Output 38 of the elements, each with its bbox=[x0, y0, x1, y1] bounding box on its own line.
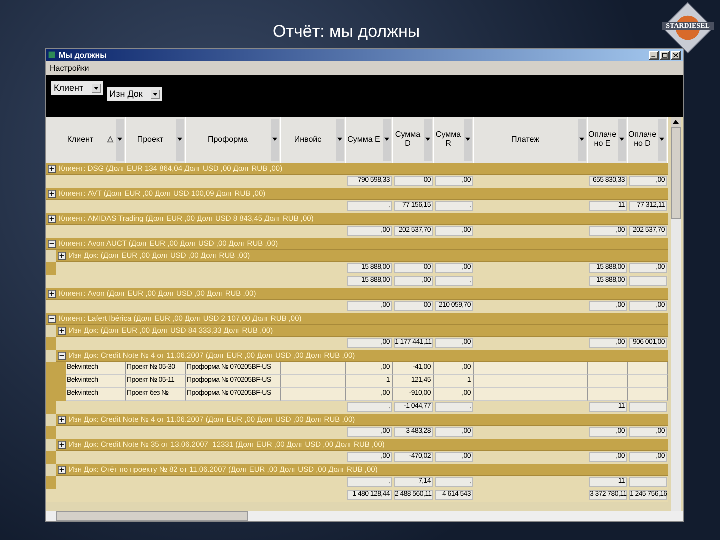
window-title: Мы должны bbox=[59, 50, 108, 60]
group-by-chip[interactable]: Изн Док bbox=[106, 87, 162, 101]
column-header[interactable]: Оплачено E bbox=[588, 117, 628, 163]
column-header[interactable]: Оплачено D bbox=[628, 117, 668, 163]
horizontal-scrollbar[interactable] bbox=[46, 511, 683, 521]
app-icon bbox=[48, 51, 56, 59]
column-header[interactable]: Сумма D bbox=[393, 117, 434, 163]
minimize-button[interactable] bbox=[649, 50, 659, 60]
expander-icon[interactable] bbox=[58, 326, 66, 334]
expander-icon[interactable] bbox=[58, 352, 66, 360]
menu-item[interactable]: Настройки bbox=[50, 64, 90, 72]
expander-icon[interactable] bbox=[58, 466, 66, 474]
slide-title: Отчёт: мы должны bbox=[273, 22, 420, 42]
maximize-button[interactable] bbox=[660, 50, 670, 60]
expander-icon[interactable] bbox=[58, 440, 66, 448]
indent-bar bbox=[46, 362, 66, 375]
scroll-thumb[interactable] bbox=[56, 511, 248, 521]
indent-bar bbox=[46, 337, 56, 350]
expander-icon[interactable] bbox=[58, 252, 66, 260]
dropdown-icon[interactable] bbox=[92, 84, 101, 92]
indent-bar bbox=[46, 451, 56, 464]
group-by-chip[interactable]: Клиент bbox=[51, 81, 103, 95]
expander-icon[interactable] bbox=[48, 314, 56, 322]
expander-icon[interactable] bbox=[48, 164, 56, 172]
indent-bar bbox=[46, 262, 56, 275]
vertical-scrollbar[interactable] bbox=[671, 117, 681, 511]
scroll-thumb[interactable] bbox=[671, 127, 681, 219]
expander-icon[interactable] bbox=[48, 290, 56, 298]
dropdown-icon[interactable] bbox=[150, 90, 160, 98]
close-button[interactable] bbox=[671, 50, 681, 60]
column-header[interactable]: Сумма R bbox=[434, 117, 474, 163]
expander-icon[interactable] bbox=[48, 214, 56, 222]
scroll-up-icon[interactable] bbox=[671, 117, 681, 127]
expander-icon[interactable] bbox=[58, 416, 66, 424]
indent-bar bbox=[46, 476, 56, 489]
expander-icon[interactable] bbox=[48, 240, 56, 248]
expander-icon[interactable] bbox=[48, 190, 56, 198]
indent-bar bbox=[46, 426, 56, 439]
